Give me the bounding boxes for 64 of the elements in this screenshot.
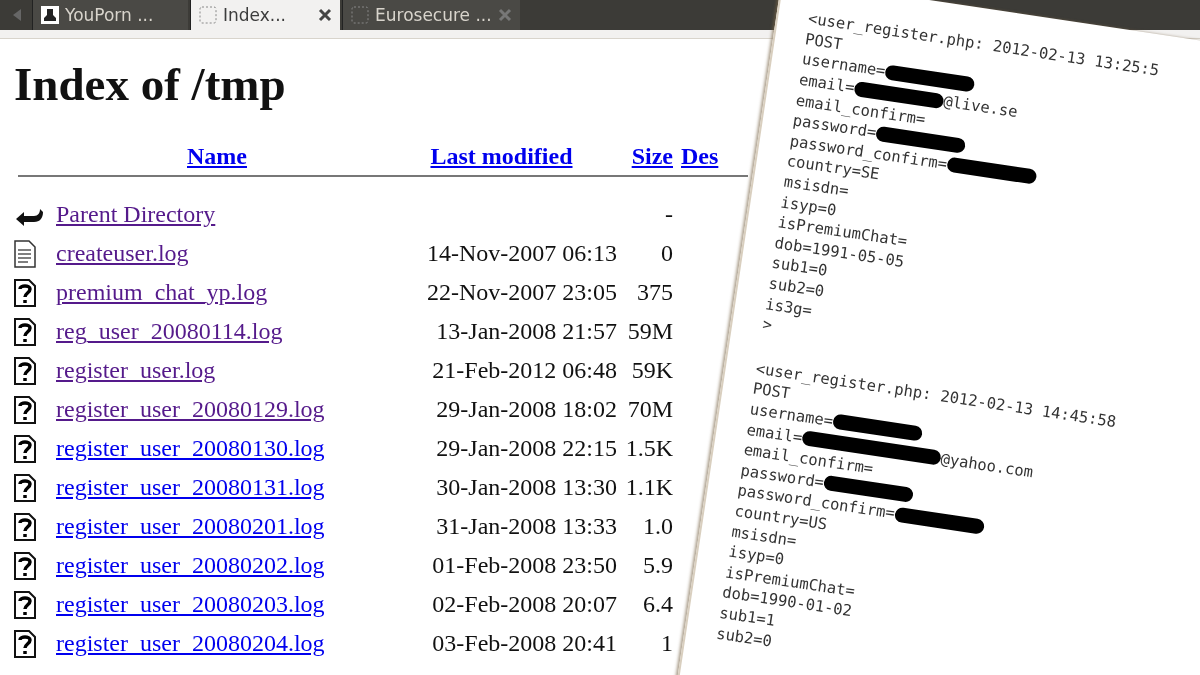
- modified-date: 01-Feb-2008 23:50: [432, 551, 617, 580]
- modified-date: 21-Feb-2012 06:48: [432, 356, 617, 385]
- unknown-file-icon: [14, 434, 36, 463]
- column-header-link[interactable]: Name: [187, 137, 247, 175]
- modified-date: 30-Jan-2008 13:30: [436, 473, 617, 502]
- file-link[interactable]: register_user_20080129.log: [56, 390, 378, 429]
- column-header-link[interactable]: Last modified: [430, 137, 573, 175]
- browser-tab[interactable]: YouPorn ...: [32, 0, 188, 30]
- unknown-file-icon: [14, 512, 36, 541]
- file-size: 1.1K: [625, 473, 673, 502]
- file-link[interactable]: createuser.log: [56, 234, 378, 273]
- tab-title: Eurosecure ...: [375, 5, 492, 25]
- scroll-left-icon[interactable]: [12, 9, 22, 21]
- file-link[interactable]: register_user_20080203.log: [56, 585, 378, 624]
- file-link[interactable]: reg_user_20080114.log: [56, 312, 378, 351]
- file-size: 0: [661, 239, 673, 268]
- unknown-file-icon: [14, 473, 36, 502]
- log-line: @yahoo.com: [939, 449, 1035, 481]
- file-link[interactable]: register_user_20080202.log: [56, 546, 378, 585]
- modified-date: 02-Feb-2008 20:07: [432, 590, 617, 619]
- file-link[interactable]: register_user_20080130.log: [56, 429, 378, 468]
- column-header-link[interactable]: Des: [675, 137, 719, 175]
- browser-tab[interactable]: Index...: [190, 0, 340, 30]
- unknown-file-icon: [14, 395, 36, 424]
- modified-date: 29-Jan-2008 18:02: [436, 395, 617, 424]
- unknown-file-icon: [14, 551, 36, 580]
- modified-date: 22-Nov-2007 23:05: [427, 278, 617, 307]
- file-size: 1: [661, 629, 673, 658]
- unknown-file-icon: [14, 629, 36, 658]
- file-size: 6.4: [643, 590, 673, 619]
- unknown-file-icon: [14, 356, 36, 385]
- unknown-file-icon: [14, 278, 36, 307]
- file-size: 59M: [627, 317, 673, 346]
- blank-page-icon: [351, 6, 369, 24]
- file-link[interactable]: register_user_20080201.log: [56, 507, 378, 546]
- file-link[interactable]: register_user_20080131.log: [56, 468, 378, 507]
- modified-date: 03-Feb-2008 20:41: [432, 629, 617, 658]
- text-file-icon: [14, 239, 36, 268]
- file-link[interactable]: premium_chat_yp.log: [56, 273, 378, 312]
- modified-date: 29-Jan-2008 22:15: [436, 434, 617, 463]
- file-size: 70M: [627, 395, 673, 424]
- close-icon[interactable]: [318, 8, 332, 22]
- file-size: 5.9: [643, 551, 673, 580]
- file-link[interactable]: register_user_20080204.log: [56, 624, 378, 663]
- unknown-file-icon: [14, 317, 36, 346]
- tab-title: YouPorn ...: [65, 5, 155, 25]
- file-size: 1.5K: [625, 434, 673, 463]
- unknown-file-icon: [14, 590, 36, 619]
- file-link[interactable]: register_user.log: [56, 351, 378, 390]
- browser-tab[interactable]: Eurosecure ...: [342, 0, 520, 30]
- blank-page-icon: [199, 6, 217, 24]
- log-line: @live.se: [942, 92, 1019, 122]
- file-link[interactable]: Parent Directory: [56, 195, 378, 234]
- stamp-icon: [41, 6, 59, 24]
- file-size: 1.0: [643, 512, 673, 541]
- file-size: 59K: [631, 356, 673, 385]
- modified-date: 13-Jan-2008 21:57: [436, 317, 617, 346]
- column-header-link[interactable]: Size: [631, 137, 673, 175]
- modified-date: 31-Jan-2008 13:33: [436, 512, 617, 541]
- file-size: -: [665, 200, 673, 229]
- page-heading: Index of /tmp: [14, 57, 286, 111]
- file-size: 375: [637, 278, 673, 307]
- modified-date: 14-Nov-2007 06:13: [427, 239, 617, 268]
- tab-title: Index...: [223, 5, 287, 25]
